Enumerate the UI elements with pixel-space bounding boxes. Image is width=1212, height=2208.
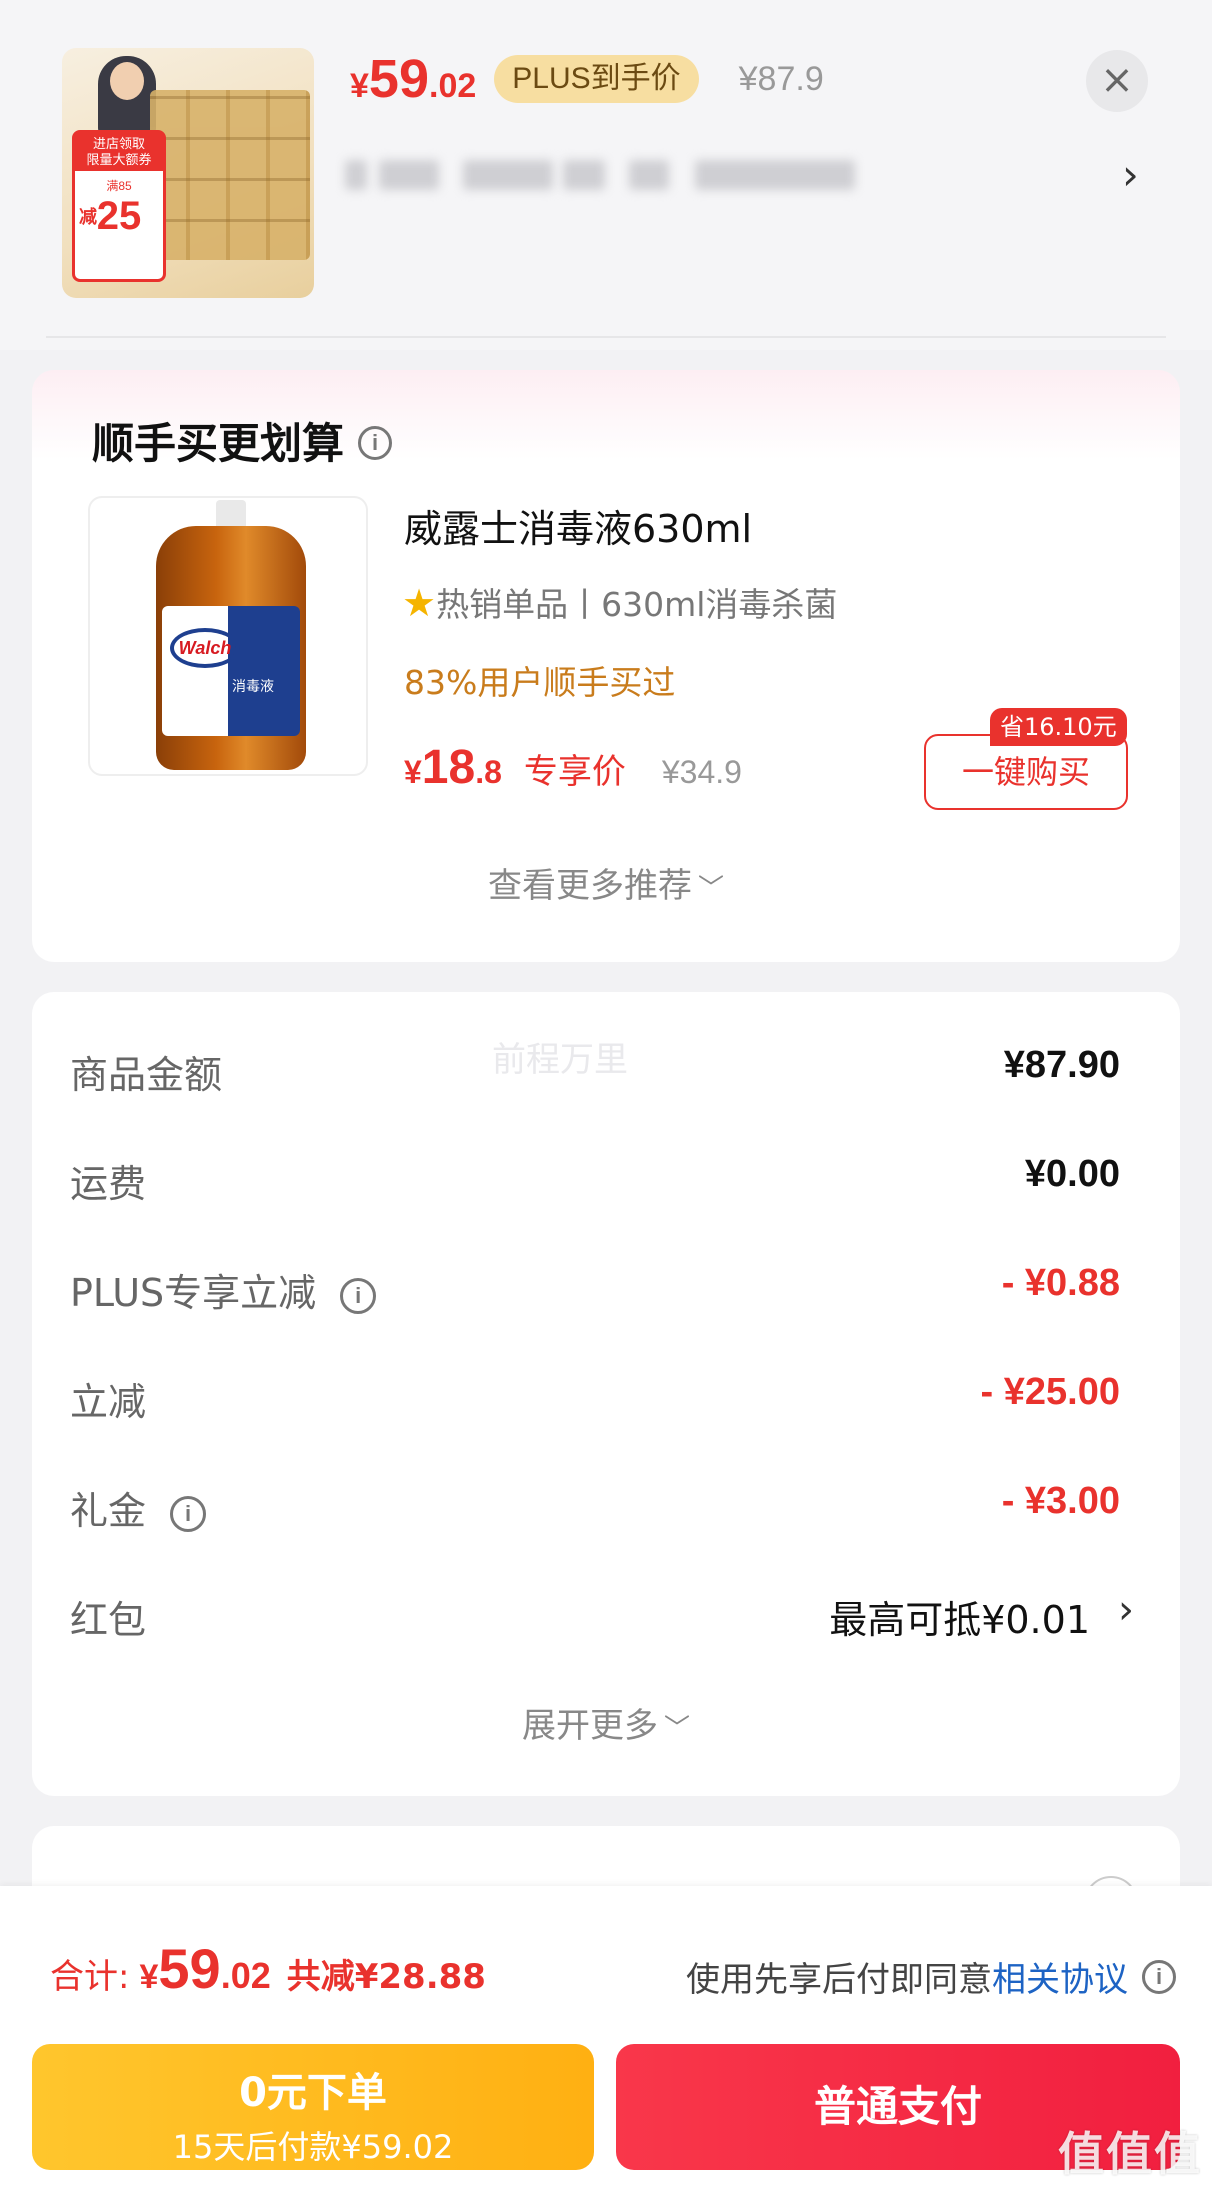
info-icon[interactable]: i [358,425,393,460]
tissue-boxes-graphic [150,90,310,260]
coupon-cut-label: 减 [79,207,97,227]
product-image[interactable]: 进店领取 限量大额券 满85 25 减 [62,48,314,298]
amount-value: - ¥3.00 [1001,1480,1120,1522]
recommend-tag: ★热销单品丨630ml消毒杀菌 [402,578,837,626]
recommend-users-stat: 83%用户顺手买过 [404,663,676,702]
amount-breakdown-card: 前程万里 商品金额 ¥87.90 运费 ¥0.00 PLUS专享立减 i - ¥0… [32,992,1180,1796]
amount-value: ¥87.90 [1003,1044,1120,1086]
price-integer: 18 [421,741,476,794]
recommend-price-row: ¥18.8 专享价 ¥34.9 [404,740,742,795]
recommend-tag-text: 热销单品丨630ml消毒杀菌 [436,585,838,624]
amount-label: 红包 [70,1598,147,1642]
bottle-graphic: Walch 消毒液 [156,526,306,770]
agreement-link[interactable]: 相关协议 [992,1952,1128,2001]
recommend-price: ¥18.8 [404,740,502,795]
currency-symbol: ¥ [350,67,369,105]
spokesperson-graphic [98,56,156,136]
amount-value: - ¥0.88 [1001,1262,1120,1304]
recommend-product-name[interactable]: 威露士消毒液630ml [404,498,752,553]
amount-row-plus-discount: PLUS专享立减 i - ¥0.88 [70,1254,1134,1317]
price-integer: 59 [158,1937,221,2000]
total-label: 合计: [50,1957,130,1997]
product-header: 进店领取 限量大额券 满85 25 减 ¥59.02 PLUS到手价 ¥87.9… [0,0,1212,350]
amount-label: 礼金 i [70,1480,207,1535]
total-saved: 共减¥28.88 [286,1957,486,1997]
bottle-label-graphic: Walch 消毒液 [162,606,300,736]
amount-label-text: PLUS专享立减 [70,1271,317,1315]
bottle-label-text: 消毒液 [232,679,274,695]
header-price-row: ¥59.02 PLUS到手价 ¥87.9 [350,44,824,114]
currency-symbol: ¥ [139,1958,159,1996]
amount-label: PLUS专享立减 i [70,1262,377,1317]
pay-later-button[interactable]: 0元下单 15天后付款¥59.02 [32,2044,594,2170]
recommend-title-text: 顺手买更划算 [92,419,345,468]
pay-later-title: 0元下单 [239,2070,387,2116]
currency-symbol: ¥ [404,754,422,790]
blurred-product-title [345,150,925,200]
chevron-down-icon: ﹀ [663,1714,690,1744]
amount-label: 商品金额 [70,1053,223,1097]
amount-row-shipping: 运费 ¥0.00 [70,1145,1134,1206]
price-decimal: .02 [220,1955,271,1996]
total-amount: 合计: ¥59.02 共减¥28.88 [50,1936,486,2001]
recommend-card: 顺手买更划算 i Walch 消毒液 威露士消毒液630ml ★热销单品丨630m… [32,370,1180,962]
coupon-threshold: 满85 [106,179,132,193]
amount-row-red-packet[interactable]: 红包 最高可抵¥0.01 › [70,1581,1134,1642]
see-more-recommend-link[interactable]: 查看更多推荐 ﹀ [32,858,1180,907]
chevron-right-icon[interactable]: › [1122,150,1139,199]
chevron-down-icon: ﹀ [697,874,724,904]
header-price: ¥59.02 [350,48,476,110]
agreement-text: 使用先享后付即同意 [686,1960,992,2000]
expand-more-label: 展开更多 [521,1706,658,1746]
divider [46,336,1166,338]
star-icon: ★ [402,581,437,625]
amount-value: 最高可抵¥0.01 [829,1598,1090,1642]
bottle-brand-logo: Walch [170,628,240,668]
amount-label: 运费 [70,1162,147,1206]
recommend-original-price: ¥34.9 [661,754,742,790]
exclusive-price-label: 专享价 [523,752,626,792]
expand-more-link[interactable]: 展开更多 ﹀ [32,1698,1180,1747]
amount-value: - ¥25.00 [980,1371,1120,1413]
chevron-right-icon: › [1118,1587,1134,1633]
see-more-label: 查看更多推荐 [487,866,692,906]
price-decimal: .8 [475,754,502,790]
info-icon[interactable]: i [340,1277,377,1314]
total-price: ¥59.02 [139,1936,270,2001]
recommend-title: 顺手买更划算 i [92,410,393,471]
info-icon[interactable]: i [1142,1959,1176,1994]
site-watermark-url: zhizhizhi.com [1056,2180,1153,2197]
amount-value: ¥0.00 [1024,1153,1120,1195]
coupon-top-text: 进店领取 限量大额券 [75,133,163,171]
price-decimal: .02 [429,67,477,105]
close-icon[interactable]: × [1086,50,1148,112]
amount-label: 立减 [70,1380,147,1424]
amount-row-gift-money: 礼金 i - ¥3.00 [70,1472,1134,1535]
info-icon[interactable]: i [170,1495,207,1532]
checkout-bar: 合计: ¥59.02 共减¥28.88 使用先享后付即同意 相关协议 i 0元下… [0,1886,1212,2208]
plus-price-badge: PLUS到手价 [494,55,699,103]
save-amount-badge: 省16.10元 [990,708,1127,746]
next-section-card [32,1826,1180,1930]
walch-product-image[interactable]: Walch 消毒液 [88,496,368,776]
header-original-price: ¥87.9 [738,59,824,98]
price-integer: 59 [368,49,429,109]
amount-label-text: 礼金 [70,1489,147,1533]
coupon-sticker: 进店领取 限量大额券 满85 25 减 [72,130,166,282]
site-watermark-logo: 值值值 [1058,2127,1202,2181]
amount-row-goods: 商品金额 ¥87.90 [70,1036,1134,1097]
agreement-notice: 使用先享后付即同意 相关协议 i [686,1952,1176,2001]
pay-later-subtitle: 15天后付款¥59.02 [172,2128,454,2166]
amount-row-instant-discount: 立减 - ¥25.00 [70,1363,1134,1424]
